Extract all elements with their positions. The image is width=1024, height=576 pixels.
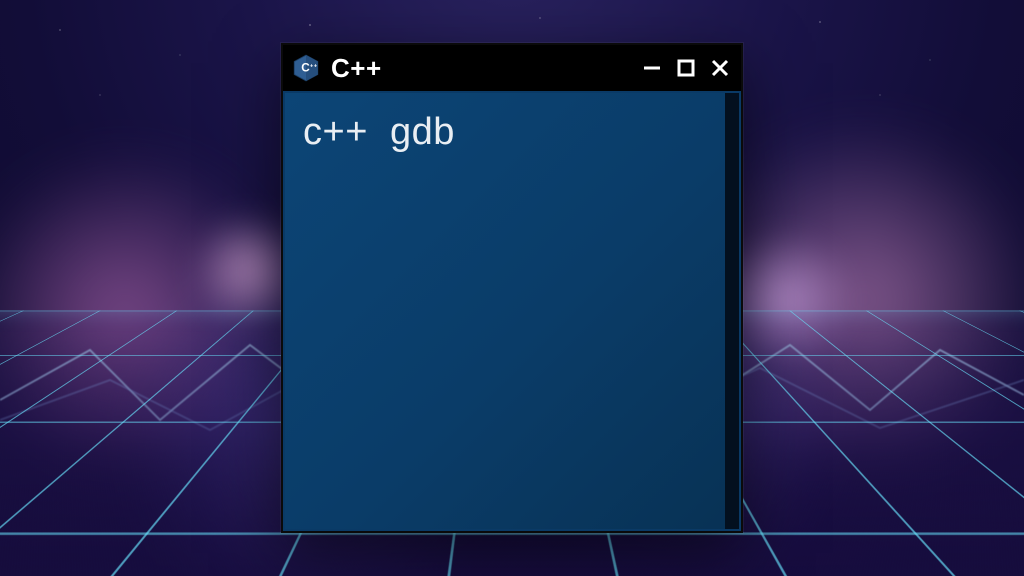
background-scene: C + + C++ [0,0,1024,576]
maximize-button[interactable] [675,56,697,80]
close-button[interactable] [709,56,731,80]
titlebar[interactable]: C + + C++ [283,45,741,91]
terminal-text: c++ gdb [303,111,707,154]
window-title: C++ [331,53,382,84]
svg-text:C: C [301,62,310,75]
window-client-area[interactable]: c++ gdb [285,93,739,529]
window-controls [641,56,731,80]
minimize-button[interactable] [641,56,663,80]
cpp-hex-icon: C + + [291,53,321,83]
app-window: C + + C++ [281,43,743,533]
